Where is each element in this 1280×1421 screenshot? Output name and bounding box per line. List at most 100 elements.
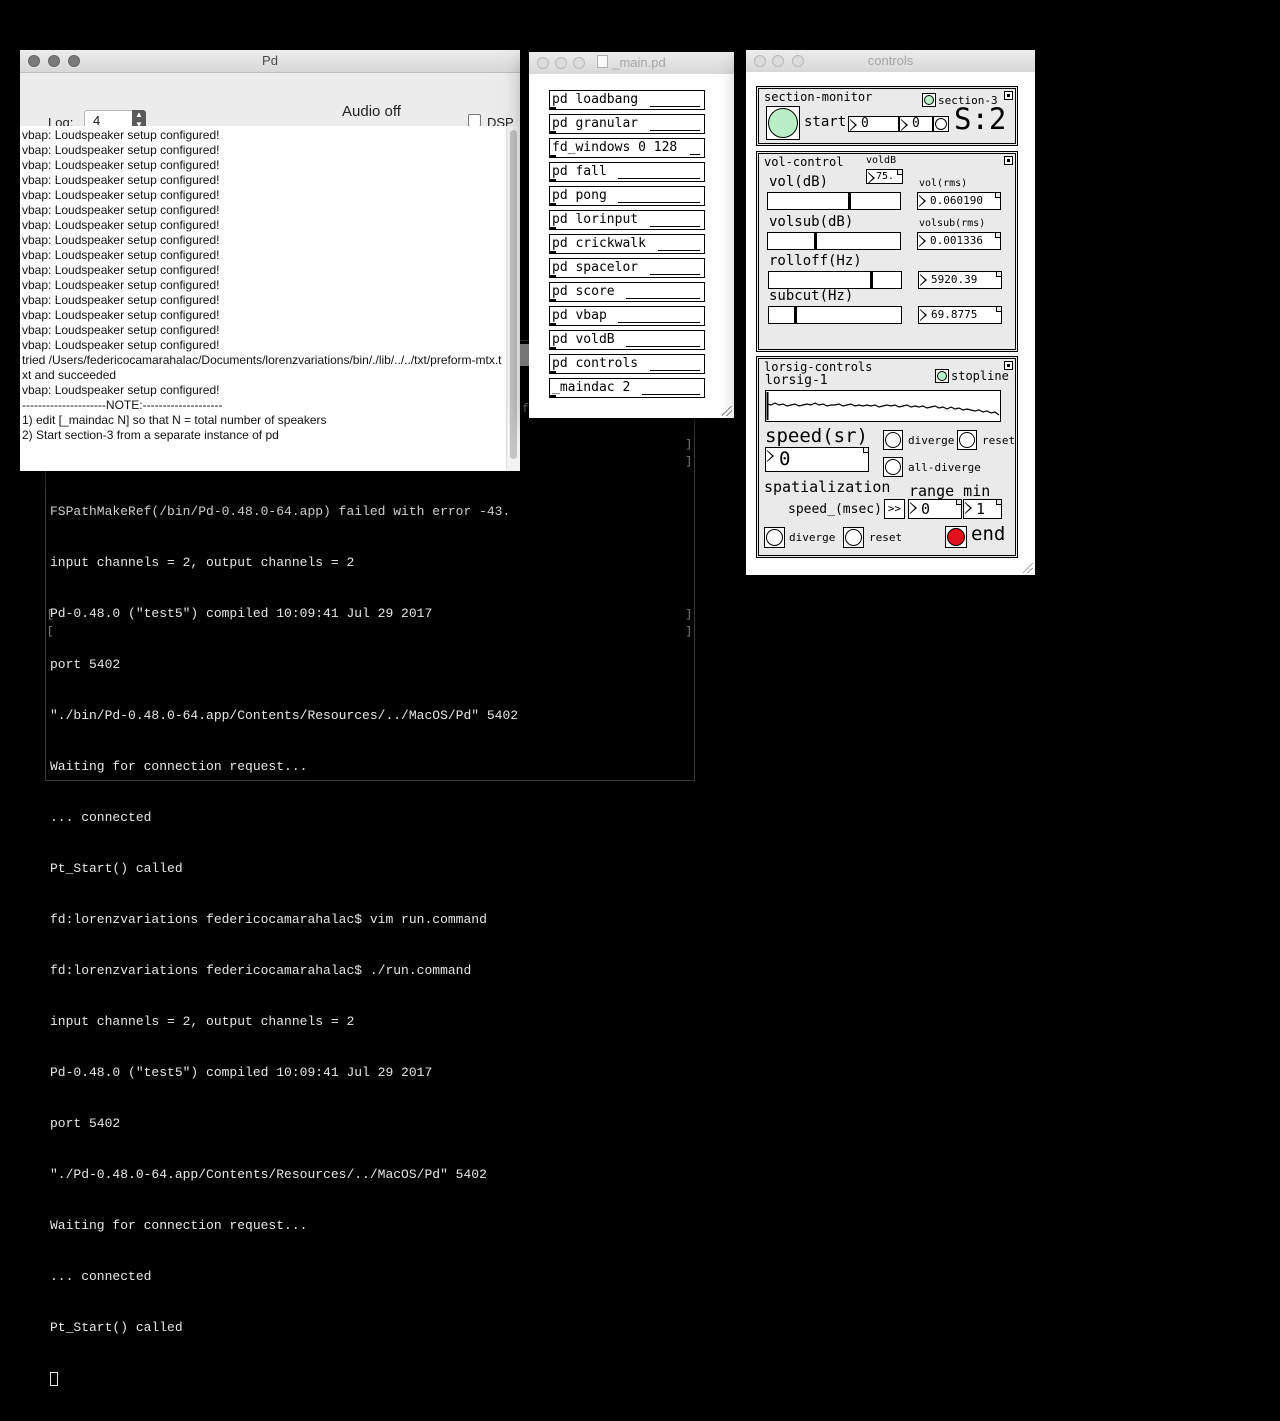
patch-object[interactable]: pd granular <box>549 114 705 134</box>
patch-object[interactable]: pd spacelor <box>549 258 705 278</box>
patch-object[interactable]: pd pong <box>549 186 705 206</box>
pd-console-log[interactable]: vbap: Loudspeaker setup configured! vbap:… <box>20 126 507 471</box>
patch-canvas[interactable]: pd loadbang pd granular fd_windows 0 128 pd… <box>529 74 734 418</box>
panel-close-icon[interactable] <box>1004 91 1013 100</box>
audio-status: Audio off <box>342 103 401 120</box>
patch-object[interactable]: pd voldB <box>549 330 705 350</box>
console-line: vbap: Loudspeaker setup configured! <box>22 128 220 142</box>
chevron-up-icon: ▲ <box>135 110 143 119</box>
subcut-number-box[interactable]: 69.8775 <box>918 306 1002 324</box>
number-box-b[interactable]: 0 <box>899 116 933 132</box>
diverge-label: diverge <box>908 434 955 447</box>
terminal-prompt-line[interactable] <box>50 1370 690 1387</box>
pd-console-window[interactable]: Pd Log: 4 ▲ ▼ Audio off DSP vbap: Loudsp… <box>20 50 520 471</box>
bottom-reset-bang[interactable] <box>843 527 864 548</box>
patch-object-label: pd lorinput <box>552 212 639 227</box>
rolloff-number-box[interactable]: 5920.39 <box>918 271 1002 289</box>
signal-array-display[interactable] <box>765 390 1001 422</box>
slider-knob[interactable] <box>793 307 797 323</box>
terminal-line: Pt_Start() called <box>50 861 183 876</box>
vol-rms-number-box[interactable]: 0.060190 <box>917 192 1001 210</box>
console-scrollbar[interactable] <box>506 126 520 471</box>
section-bang[interactable] <box>933 116 949 132</box>
range-min-number-box[interactable]: 1 <box>963 499 1002 519</box>
msec-number-box[interactable]: 0 <box>908 499 962 519</box>
console-line: vbap: Loudspeaker setup configured! <box>22 293 220 307</box>
terminal-line: fd:lorenzvariations federicocamarahalac$… <box>50 912 487 927</box>
console-line: vbap: Loudspeaker setup configured! <box>22 278 220 292</box>
main-patch-window[interactable]: _main.pd pd loadbang pd granular fd_window… <box>529 52 734 418</box>
outlet-marker <box>550 275 556 277</box>
terminal-line: "./bin/Pd-0.48.0-64.app/Contents/Resourc… <box>50 708 519 723</box>
patch-object[interactable]: pd crickwalk <box>549 234 705 254</box>
terminal-line: "./Pd-0.48.0-64.app/Contents/Resources/.… <box>50 1167 487 1182</box>
lorsig-controls-panel: lorsig-controls lorsig-1 stopline speed(… <box>756 356 1018 558</box>
all-diverge-bang[interactable] <box>883 457 903 477</box>
patch-object[interactable]: pd lorinput <box>549 210 705 230</box>
controls-window[interactable]: controls section-monitor section-3 start… <box>746 50 1035 575</box>
patch-object[interactable]: fd_windows 0 128 <box>549 138 705 158</box>
subcut-slider[interactable] <box>768 306 902 324</box>
console-line: ---------------------NOTE:--------------… <box>22 398 223 412</box>
terminal-line: input channels = 2, output channels = 2 <box>50 1014 355 1029</box>
volsub-rms-number-box[interactable]: 0.001336 <box>917 232 1001 250</box>
section-3-toggle[interactable] <box>922 93 936 107</box>
vol-control-panel: vol-control voldB 75. vol(dB) vol(rms) 0… <box>756 151 1018 352</box>
console-line: vbap: Loudspeaker setup configured! <box>22 323 220 337</box>
patch-object[interactable]: _maindac 2 <box>549 378 705 398</box>
subcut-label: subcut(Hz) <box>769 288 854 304</box>
stopline-toggle[interactable] <box>935 369 949 383</box>
terminal-cursor <box>50 1371 58 1386</box>
object-underline <box>642 394 700 395</box>
bottom-diverge-label: diverge <box>789 531 836 544</box>
main-titlebar[interactable]: _main.pd <box>529 52 734 75</box>
console-line: 1) edit [_maindac N] so that N = total n… <box>22 413 327 427</box>
slider-knob[interactable] <box>847 193 851 209</box>
rolloff-slider[interactable] <box>768 271 902 289</box>
resize-handle[interactable] <box>1023 563 1033 573</box>
end-bang[interactable] <box>945 526 967 548</box>
terminal-line: Waiting for connection request... <box>50 759 308 774</box>
patch-object[interactable]: pd controls <box>549 354 705 374</box>
resize-handle[interactable] <box>722 406 732 416</box>
bottom-diverge-bang[interactable] <box>764 527 785 548</box>
object-underline <box>626 346 700 347</box>
slider-knob[interactable] <box>869 272 873 288</box>
console-line: vbap: Loudspeaker setup configured! <box>22 338 220 352</box>
volsub-db-label: volsub(dB) <box>769 214 854 230</box>
pd-titlebar[interactable]: Pd <box>20 50 520 73</box>
volsub-db-slider[interactable] <box>767 232 901 250</box>
patch-object[interactable]: pd loadbang <box>549 90 705 110</box>
number-box-a[interactable]: 0 <box>848 116 899 132</box>
controls-titlebar[interactable]: controls <box>746 50 1035 73</box>
console-line: vbap: Loudspeaker setup configured! <box>22 233 220 247</box>
send-message-button[interactable]: >> <box>884 499 905 519</box>
vol-db-slider[interactable] <box>767 192 901 210</box>
slider-knob[interactable] <box>814 233 818 249</box>
terminal-line: input channels = 2, output channels = 2 <box>50 555 355 570</box>
diverge-bang[interactable] <box>883 430 903 450</box>
console-line: vbap: Loudspeaker setup configured! <box>22 248 220 262</box>
speed-label: speed(sr) <box>765 425 868 447</box>
outlet-marker <box>550 131 556 133</box>
reset-bang[interactable] <box>957 430 977 450</box>
patch-object[interactable]: pd fall <box>549 162 705 182</box>
section-display: S:2 <box>954 102 1007 136</box>
patch-object[interactable]: pd vbap <box>549 306 705 326</box>
outlet-marker <box>550 227 556 229</box>
panel-close-icon[interactable] <box>1004 156 1013 165</box>
patch-object-label: pd loadbang <box>552 92 639 107</box>
patch-object[interactable]: pd score <box>549 282 705 302</box>
scrollbar-thumb[interactable] <box>510 130 517 459</box>
controls-canvas[interactable]: section-monitor section-3 start 0 0 S:2 … <box>746 72 1035 575</box>
voldb-number-box[interactable]: 75. <box>866 169 903 184</box>
object-underline <box>626 298 700 299</box>
bottom-reset-label: reset <box>869 531 903 544</box>
console-line: vbap: Loudspeaker setup configured! <box>22 203 220 217</box>
object-underline <box>690 154 700 155</box>
patch-object-label: pd score <box>552 284 615 299</box>
start-bang[interactable] <box>766 106 800 140</box>
speed-number-box[interactable]: 0 <box>765 447 869 472</box>
object-underline <box>658 250 700 251</box>
object-underline <box>618 178 700 179</box>
